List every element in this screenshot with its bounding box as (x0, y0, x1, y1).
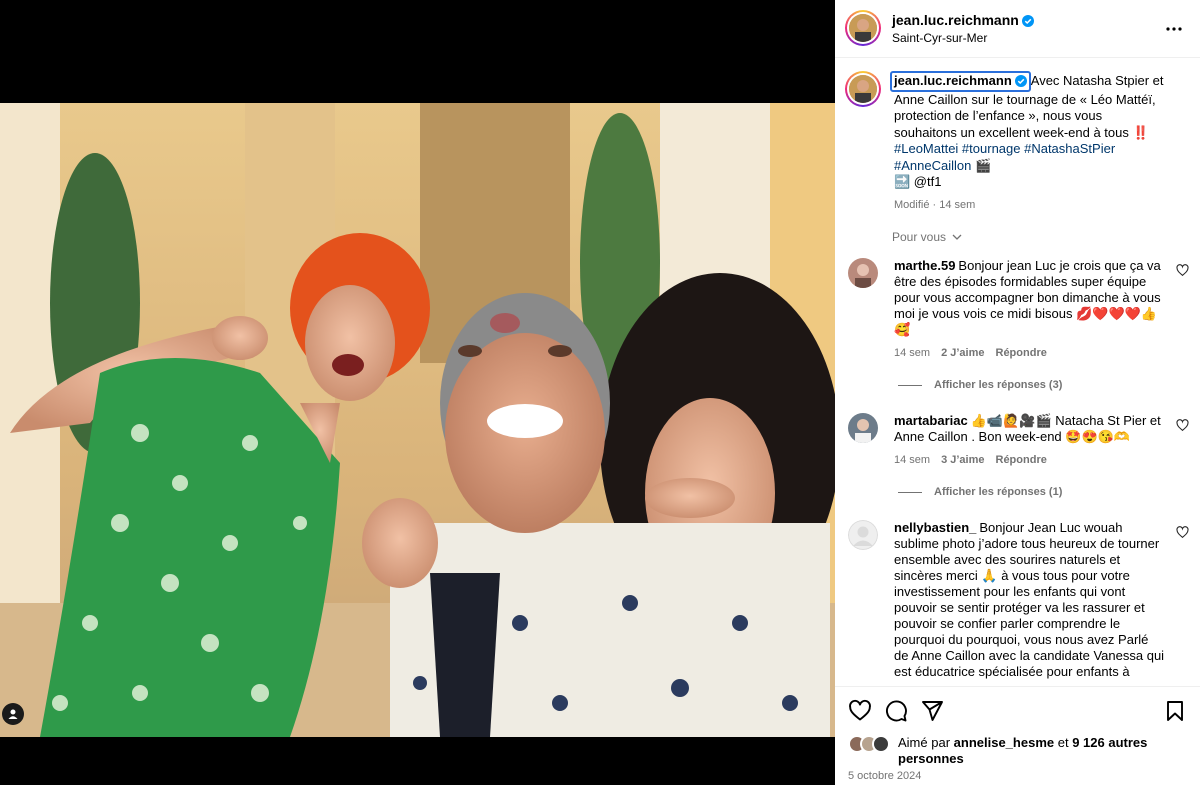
caption-author-link[interactable]: jean.luc.reichmann (890, 71, 1031, 92)
post-photo[interactable] (0, 103, 835, 737)
comment-meta: 14 sem 3 J’aime Répondre (894, 454, 1058, 466)
post-actions: Aimé par annelise_hesme et 9 126 autres … (835, 686, 1200, 785)
likers-avatars (848, 735, 898, 753)
commenter-username[interactable]: martabariac (894, 413, 968, 428)
heart-icon (1176, 419, 1189, 432)
likes-user[interactable]: annelise_hesme (954, 735, 1054, 750)
verified-badge-icon (1014, 75, 1027, 87)
caption-hashtags-2[interactable]: #AnneCaillon 🎬 (894, 158, 991, 173)
replies-divider (898, 384, 922, 386)
default-avatar-icon (848, 520, 878, 550)
caption-avatar-image (849, 75, 877, 103)
caption-mention[interactable]: 🔜 @tf1 (894, 174, 941, 189)
author-avatar[interactable] (845, 10, 881, 46)
comment-icon (886, 700, 907, 722)
user-tag-button[interactable] (2, 703, 24, 725)
chevron-down-icon (952, 234, 962, 240)
view-replies-label: Afficher les réponses (3) (934, 379, 1063, 391)
heart-icon (1176, 264, 1189, 277)
caption-author-avatar[interactable] (845, 71, 881, 107)
caption-modified-time: Modifié · 14 sem (894, 198, 976, 211)
author-avatar-image (849, 14, 877, 42)
likes-prefix: Aimé par (898, 735, 951, 750)
caption-line-3: protection de l’enfance », nous vous (894, 108, 1103, 123)
commenter-avatar[interactable] (848, 520, 878, 550)
comment-body: marthe.59 Bonjour jean Luc je crois que ç… (894, 258, 1166, 338)
comment-like-button[interactable] (1176, 419, 1189, 432)
comment-body: nellybastien_ Bonjour Jean Luc wouah subl… (894, 520, 1166, 680)
liker-avatar (872, 735, 890, 753)
commenter-avatar[interactable] (848, 258, 878, 288)
view-replies-button[interactable]: Afficher les réponses (1) (898, 486, 1062, 498)
verified-badge-icon (1021, 15, 1034, 27)
post-media-panel (0, 0, 835, 785)
commenter-username[interactable]: marthe.59 (894, 258, 955, 273)
comment-item: nellybastien_ Bonjour Jean Luc wouah subl… (848, 520, 1193, 685)
heart-icon (849, 699, 871, 721)
comment-like-button[interactable] (1176, 264, 1189, 277)
comment-likes[interactable]: 3 J’aime (941, 454, 984, 466)
author-username[interactable]: jean.luc.reichmann (892, 12, 1019, 28)
post-date[interactable]: 5 octobre 2024 (848, 770, 921, 782)
caption-line-4: souhaitons un excellent week-end à tous … (894, 124, 1149, 140)
post-photo-illustration (0, 103, 835, 737)
view-replies-label: Afficher les réponses (1) (934, 486, 1063, 498)
comments-scroll-area[interactable]: jean.luc.reichmann Avec Natasha Stpier et… (835, 59, 1200, 685)
comment-reply-button[interactable]: Répondre (996, 454, 1047, 466)
comments-sort-dropdown[interactable]: Pour vous (892, 230, 962, 244)
user-tag-icon (8, 709, 18, 719)
more-options-button[interactable] (1164, 19, 1184, 39)
post-location[interactable]: Saint-Cyr-sur-Mer (892, 31, 987, 45)
comment-text: Bonjour Jean Luc wouah sublime photo j’a… (894, 520, 1165, 679)
commenter-username[interactable]: nellybastien_ (894, 520, 976, 535)
post-details-panel: jean.luc.reichmann Saint-Cyr-sur-Mer jea… (835, 0, 1200, 785)
commenter-avatar-image (848, 258, 878, 288)
view-replies-button[interactable]: Afficher les réponses (3) (898, 379, 1062, 391)
comment-button[interactable] (884, 699, 908, 723)
caption-author-username[interactable]: jean.luc.reichmann (894, 73, 1012, 88)
heart-icon (1176, 526, 1189, 539)
commenter-avatar[interactable] (848, 413, 878, 443)
comments-sort-label: Pour vous (892, 230, 947, 244)
likes-text: Aimé par annelise_hesme et 9 126 autres … (898, 735, 1188, 767)
comment-reply-button[interactable]: Répondre (996, 347, 1047, 359)
comment-time: 14 sem (894, 454, 931, 466)
comment-likes[interactable]: 2 J’aime (941, 347, 984, 359)
comment-item: martabariac 👍📹🙋🎥🎬 Natacha St Pier et Anne… (848, 413, 1193, 473)
paper-plane-icon (922, 701, 943, 721)
post-header: jean.luc.reichmann Saint-Cyr-sur-Mer (835, 0, 1200, 58)
caption-hashtags-1[interactable]: #LeoMattei #tournage #NatashaStPier (894, 141, 1115, 156)
likes-mid: et (1057, 735, 1069, 750)
caption-line-2: Anne Caillon sur le tournage de « Léo Ma… (894, 91, 1156, 107)
comment-item: marthe.59 Bonjour jean Luc je crois que ç… (848, 258, 1193, 368)
comment-time: 14 sem (894, 347, 931, 359)
caption-text: jean.luc.reichmann Avec Natasha Stpier et… (890, 71, 1186, 213)
comment-like-button[interactable] (1176, 526, 1189, 539)
bookmark-icon (1167, 701, 1183, 721)
caption-line-1: Avec Natasha Stpier et (1030, 73, 1164, 88)
more-horizontal-icon (1166, 27, 1182, 31)
like-button[interactable] (848, 699, 872, 723)
save-button[interactable] (1163, 699, 1187, 723)
comment-meta: 14 sem 2 J’aime Répondre (894, 347, 1058, 359)
replies-divider (898, 491, 922, 493)
commenter-avatar-image (848, 413, 878, 443)
comment-body: martabariac 👍📹🙋🎥🎬 Natacha St Pier et Anne… (894, 413, 1166, 445)
share-button[interactable] (920, 699, 944, 723)
